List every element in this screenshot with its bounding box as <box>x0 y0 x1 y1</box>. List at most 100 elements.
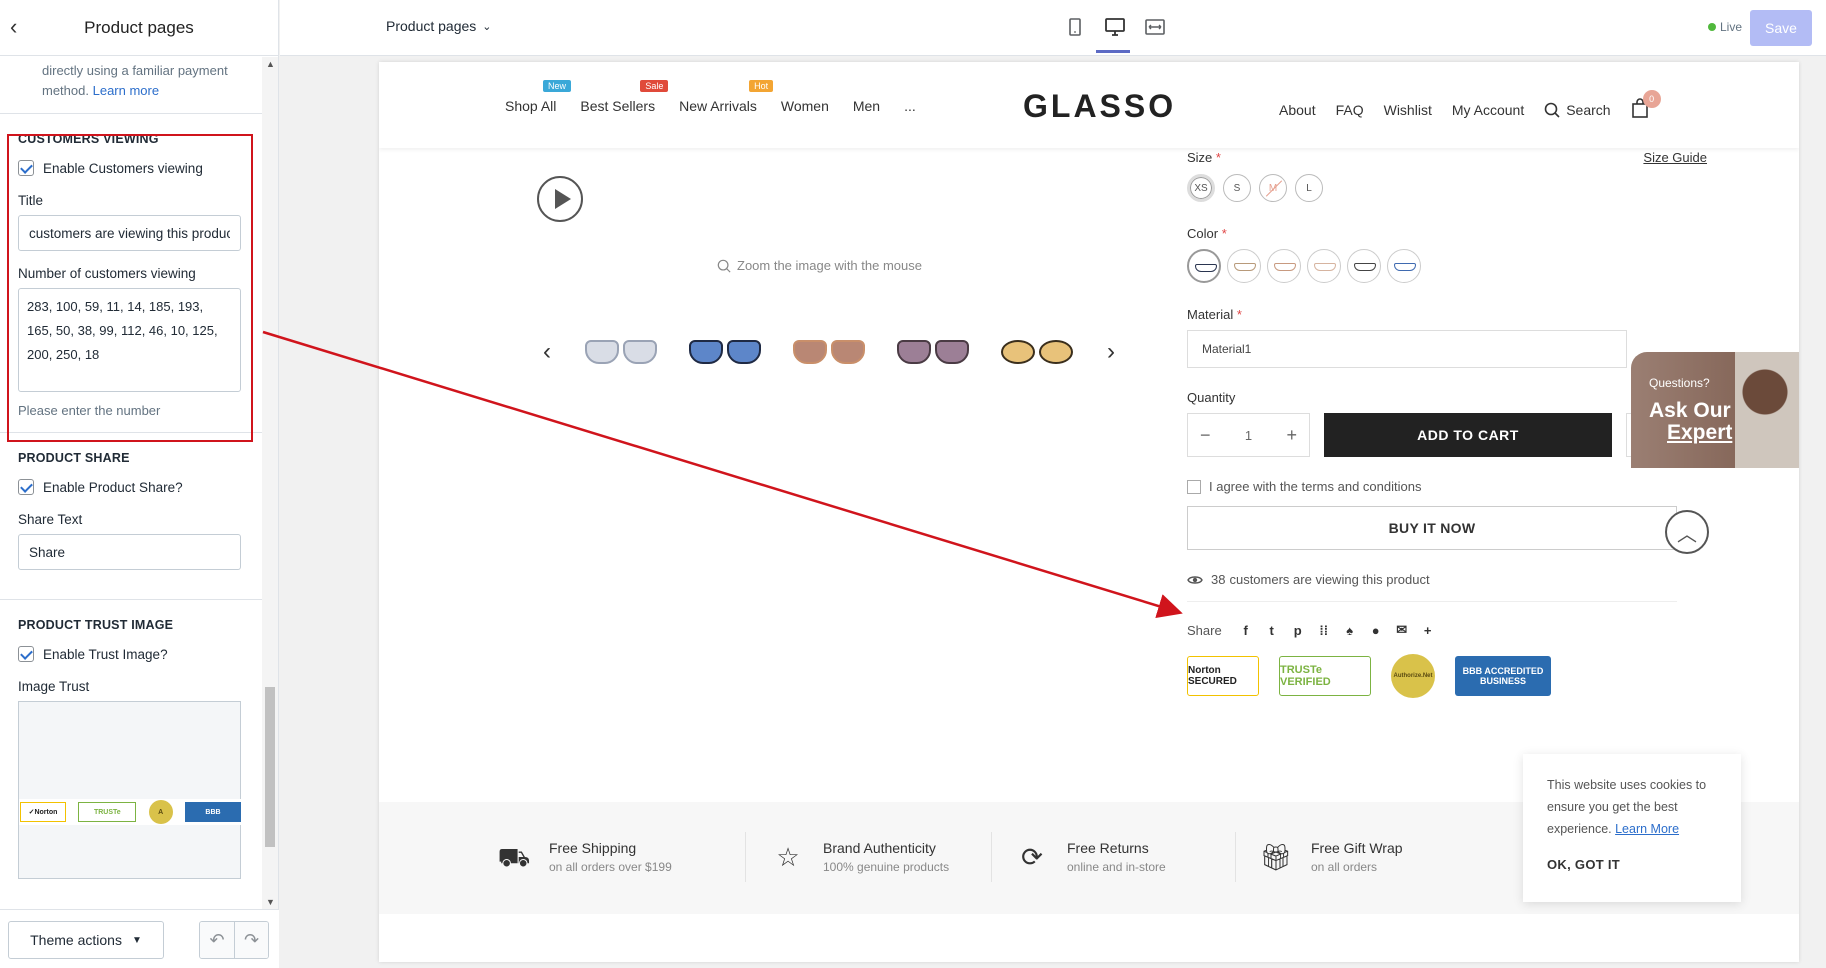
nav-item-about[interactable]: About <box>1279 102 1316 118</box>
color-swatch[interactable] <box>1267 249 1301 283</box>
chevron-right-icon[interactable]: › <box>1101 338 1121 366</box>
theme-actions-button[interactable]: Theme actions ▼ <box>8 921 164 959</box>
quantity-label: Quantity <box>1187 390 1236 405</box>
plus-icon[interactable]: + <box>1286 425 1297 446</box>
nav-label: Best Sellers <box>580 98 656 114</box>
checkbox-checked-icon[interactable] <box>18 160 34 176</box>
size-option[interactable]: XS <box>1187 174 1215 202</box>
size-option[interactable]: M <box>1259 174 1287 202</box>
share-label: Share <box>1187 622 1222 638</box>
thumbnail[interactable] <box>997 332 1077 372</box>
live-status: Live <box>1708 20 1742 34</box>
color-swatch[interactable] <box>1227 249 1261 283</box>
title-input[interactable] <box>18 215 241 251</box>
page-select-dropdown[interactable]: Product pages ⌄ <box>386 18 492 34</box>
nav-item-faq[interactable]: FAQ <box>1336 102 1364 118</box>
enable-customers-viewing-checkbox[interactable]: Enable Customers viewing <box>18 160 244 176</box>
cookie-banner: This website uses cookies to ensure you … <box>1523 754 1741 902</box>
store-preview: New Shop All Sale Best Sellers Hot New A… <box>379 62 1799 962</box>
enable-trust-image-checkbox[interactable]: Enable Trust Image? <box>18 646 244 662</box>
learn-more-link[interactable]: Learn more <box>93 83 159 98</box>
buy-it-now-button[interactable]: BUY IT NOW <box>1187 506 1677 550</box>
checkbox-icon[interactable] <box>1187 479 1201 494</box>
feature-sub: on all orders <box>1311 860 1378 874</box>
color-label-text: Color <box>1187 226 1219 241</box>
feature-sub: on all orders over $199 <box>549 860 672 874</box>
chevron-left-icon[interactable]: ‹ <box>537 338 557 366</box>
size-option[interactable]: L <box>1295 174 1323 202</box>
scroll-up-icon[interactable]: ▲ <box>266 59 275 69</box>
color-swatch[interactable] <box>1347 249 1381 283</box>
ask-expert-widget[interactable]: Questions? Ask Our Expert <box>1631 352 1799 468</box>
email-icon[interactable]: ✉ <box>1394 622 1410 638</box>
size-guide-link[interactable]: Size Guide <box>1643 150 1707 165</box>
scroll-down-icon[interactable]: ▼ <box>266 897 275 907</box>
nav-item-men[interactable]: Men <box>853 98 880 114</box>
play-video-icon[interactable] <box>537 176 583 222</box>
mobile-view-icon[interactable] <box>1064 16 1086 38</box>
checkbox-checked-icon[interactable] <box>18 646 34 662</box>
more-share-icon[interactable]: + <box>1420 622 1436 638</box>
refresh-icon: ⟳ <box>1021 842 1043 872</box>
size-option[interactable]: S <box>1223 174 1251 202</box>
checkbox-checked-icon[interactable] <box>18 479 34 495</box>
chevron-down-icon: ⌄ <box>482 20 492 33</box>
facebook-icon[interactable]: f <box>1238 622 1254 638</box>
messenger-icon[interactable]: ● <box>1368 622 1384 638</box>
thumbnail[interactable] <box>789 332 869 372</box>
sidebar-scrollbar[interactable]: ▲ ▼ <box>262 57 278 909</box>
scrollbar-thumb[interactable] <box>265 687 275 847</box>
eye-icon <box>1187 575 1203 584</box>
twitter-icon[interactable]: t <box>1264 622 1280 638</box>
desktop-view-icon[interactable] <box>1096 16 1130 53</box>
fullwidth-view-icon[interactable] <box>1144 16 1166 38</box>
nav-item-new-arrivals[interactable]: Hot New Arrivals <box>679 80 774 114</box>
feature-item: 🎁︎ Free Gift Wrap on all orders <box>1259 840 1402 874</box>
nav-item-my-account[interactable]: My Account <box>1452 102 1524 118</box>
grid-share-icon[interactable]: ⁞⁞ <box>1316 622 1332 638</box>
cookie-accept-button[interactable]: OK, GOT IT <box>1547 854 1717 876</box>
truste-badge-icon: TRUSTe <box>78 802 137 822</box>
pinterest-icon[interactable]: p <box>1290 622 1306 638</box>
color-swatch[interactable] <box>1187 249 1221 283</box>
scroll-to-top-icon[interactable]: ︿ <box>1665 510 1709 554</box>
number-of-customers-textarea[interactable]: 283, 100, 59, 11, 14, 185, 193, 165, 50,… <box>18 288 241 392</box>
enable-product-share-checkbox[interactable]: Enable Product Share? <box>18 479 244 495</box>
minus-icon[interactable]: − <box>1200 425 1211 446</box>
checkbox-label: Enable Customers viewing <box>43 160 203 176</box>
nav-item-more[interactable]: ... <box>904 98 916 114</box>
redo-icon[interactable]: ↷ <box>234 922 268 958</box>
cart-button[interactable]: 0 <box>1631 90 1661 121</box>
material-select[interactable]: Material1 <box>1187 330 1627 368</box>
trust-image-section: PRODUCT TRUST IMAGE Enable Trust Image? … <box>0 600 262 893</box>
tumblr-icon[interactable]: ♠ <box>1342 622 1358 638</box>
nav-item-women[interactable]: Women <box>781 98 829 114</box>
preview-scrollbar[interactable] <box>1802 62 1818 962</box>
color-swatch[interactable] <box>1387 249 1421 283</box>
divider <box>1235 832 1236 882</box>
save-button[interactable]: Save <box>1750 10 1812 46</box>
nav-item-wishlist[interactable]: Wishlist <box>1384 102 1432 118</box>
store-logo[interactable]: GLASSO <box>1023 88 1176 125</box>
add-to-cart-button[interactable]: ADD TO CART <box>1324 413 1612 457</box>
undo-icon[interactable]: ↶ <box>200 922 234 958</box>
back-arrow-icon[interactable]: ‹ <box>10 16 32 39</box>
cookie-learn-more-link[interactable]: Learn More <box>1615 822 1679 836</box>
editor-sidebar: ‹ Product pages directly using a familia… <box>0 0 279 968</box>
feature-item: ☆ Brand Authenticity 100% genuine product… <box>771 840 949 874</box>
feature-sub: online and in-store <box>1067 860 1166 874</box>
color-swatch[interactable] <box>1307 249 1341 283</box>
terms-checkbox[interactable]: I agree with the terms and conditions <box>1187 479 1707 494</box>
thumbnail[interactable] <box>685 332 765 372</box>
thumbnail[interactable] <box>893 332 973 372</box>
nav-item-shop-all[interactable]: New Shop All <box>505 80 572 114</box>
zoom-hint: Zoom the image with the mouse <box>717 258 922 273</box>
search-link[interactable]: Search <box>1544 102 1611 118</box>
trust-image-picker[interactable]: ✓Norton TRUSTe A BBB <box>18 701 242 879</box>
search-icon <box>1544 102 1560 118</box>
nav-item-best-sellers[interactable]: Sale Best Sellers <box>580 80 669 114</box>
quantity-value[interactable]: 1 <box>1245 428 1252 443</box>
thumbnail[interactable] <box>581 332 661 372</box>
quantity-stepper[interactable]: − 1 + <box>1187 413 1310 457</box>
share-text-input[interactable] <box>18 534 241 570</box>
